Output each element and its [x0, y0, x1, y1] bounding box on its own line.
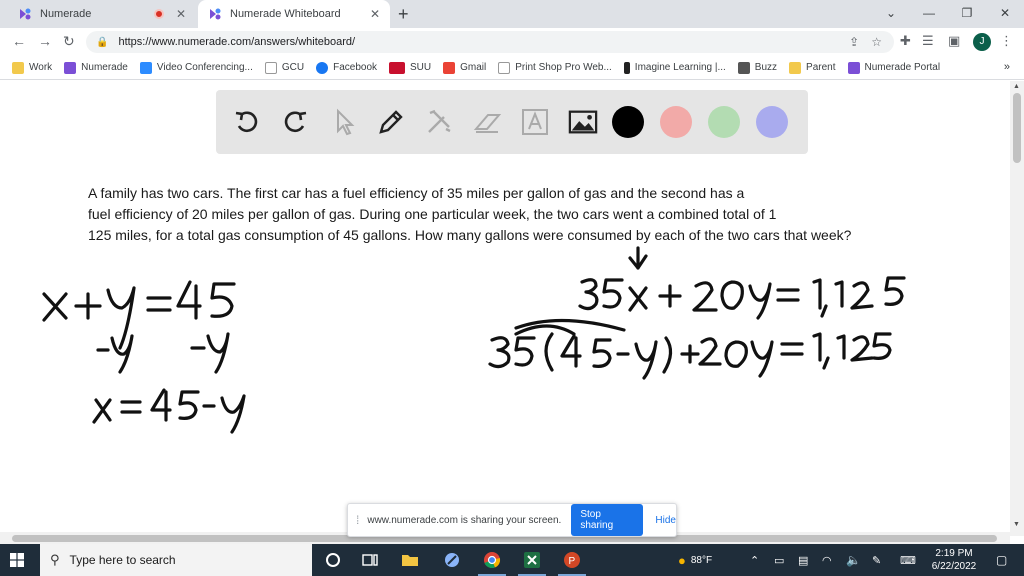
handwritten-eq-x-plus-y-equals-45 — [42, 280, 236, 350]
wifi-icon[interactable]: ◠ — [822, 544, 832, 576]
handwritten-subtract-y — [96, 332, 230, 374]
meet-now-icon[interactable]: ▭ — [774, 544, 784, 576]
task-view-icon[interactable] — [360, 550, 380, 570]
weather-temp: 88°F — [690, 554, 713, 566]
scrollbar-thumb[interactable] — [1013, 93, 1021, 163]
clock-date: 6/22/2022 — [931, 561, 977, 572]
scroll-up-icon[interactable]: ▲ — [1013, 83, 1020, 90]
hide-button[interactable]: Hide — [655, 515, 676, 526]
file-explorer-icon[interactable] — [400, 550, 420, 570]
screen-share-bar: ⁞ www.numerade.com is sharing your scree… — [347, 503, 677, 537]
handwritten-arrow — [628, 246, 648, 270]
volume-icon[interactable]: 🔈 — [846, 544, 861, 576]
system-clock[interactable]: 2:19 PM 6/22/2022 — [926, 547, 982, 573]
search-icon: ⚲ — [50, 552, 60, 567]
powerpoint-icon[interactable]: P — [562, 550, 582, 570]
network-icon[interactable]: ▤ — [798, 544, 808, 576]
handwriting-layer — [42, 246, 906, 434]
weather-widget[interactable]: ● 88°F — [678, 544, 712, 576]
keyboard-icon[interactable]: ⌨ — [900, 544, 916, 576]
taskbar-search[interactable]: ⚲ Type here to search — [40, 544, 312, 576]
share-message: www.numerade.com is sharing your screen. — [367, 514, 562, 526]
clock-time: 2:19 PM — [935, 548, 973, 559]
vertical-scrollbar[interactable]: ▲ ▼ — [1010, 81, 1024, 536]
svg-text:P: P — [569, 556, 576, 567]
snip-icon[interactable] — [442, 550, 462, 570]
scroll-down-icon[interactable]: ▼ — [1013, 521, 1020, 528]
excel-icon[interactable] — [522, 550, 542, 570]
handwritten-eq-substitution — [488, 318, 892, 380]
sun-icon: ● — [678, 552, 686, 568]
screen: Numerade ✕ Numerade Whiteboard ✕ + ⌄ — ❐… — [0, 0, 1024, 576]
windows-taskbar: ⚲ Type here to search P ● 88°F ⌃ ▭ ▤ ◠ 🔈… — [0, 544, 1024, 576]
stop-sharing-button[interactable]: Stop sharing — [571, 504, 644, 536]
windows-start-icon[interactable] — [10, 553, 24, 567]
pen-workspace-icon[interactable]: ✎ — [872, 544, 881, 576]
drag-handle-icon[interactable]: ⁞ — [356, 513, 359, 527]
notifications-icon[interactable]: ▢ — [996, 544, 1007, 576]
handwritten-eq-x-equals-45-minus-y — [92, 388, 246, 434]
chrome-icon[interactable] — [482, 550, 502, 570]
cortana-icon[interactable] — [323, 550, 343, 570]
tray-chevron-icon[interactable]: ⌃ — [750, 544, 759, 576]
search-placeholder: Type here to search — [69, 553, 176, 567]
handwritten-eq-35x-plus-20y — [578, 276, 906, 320]
